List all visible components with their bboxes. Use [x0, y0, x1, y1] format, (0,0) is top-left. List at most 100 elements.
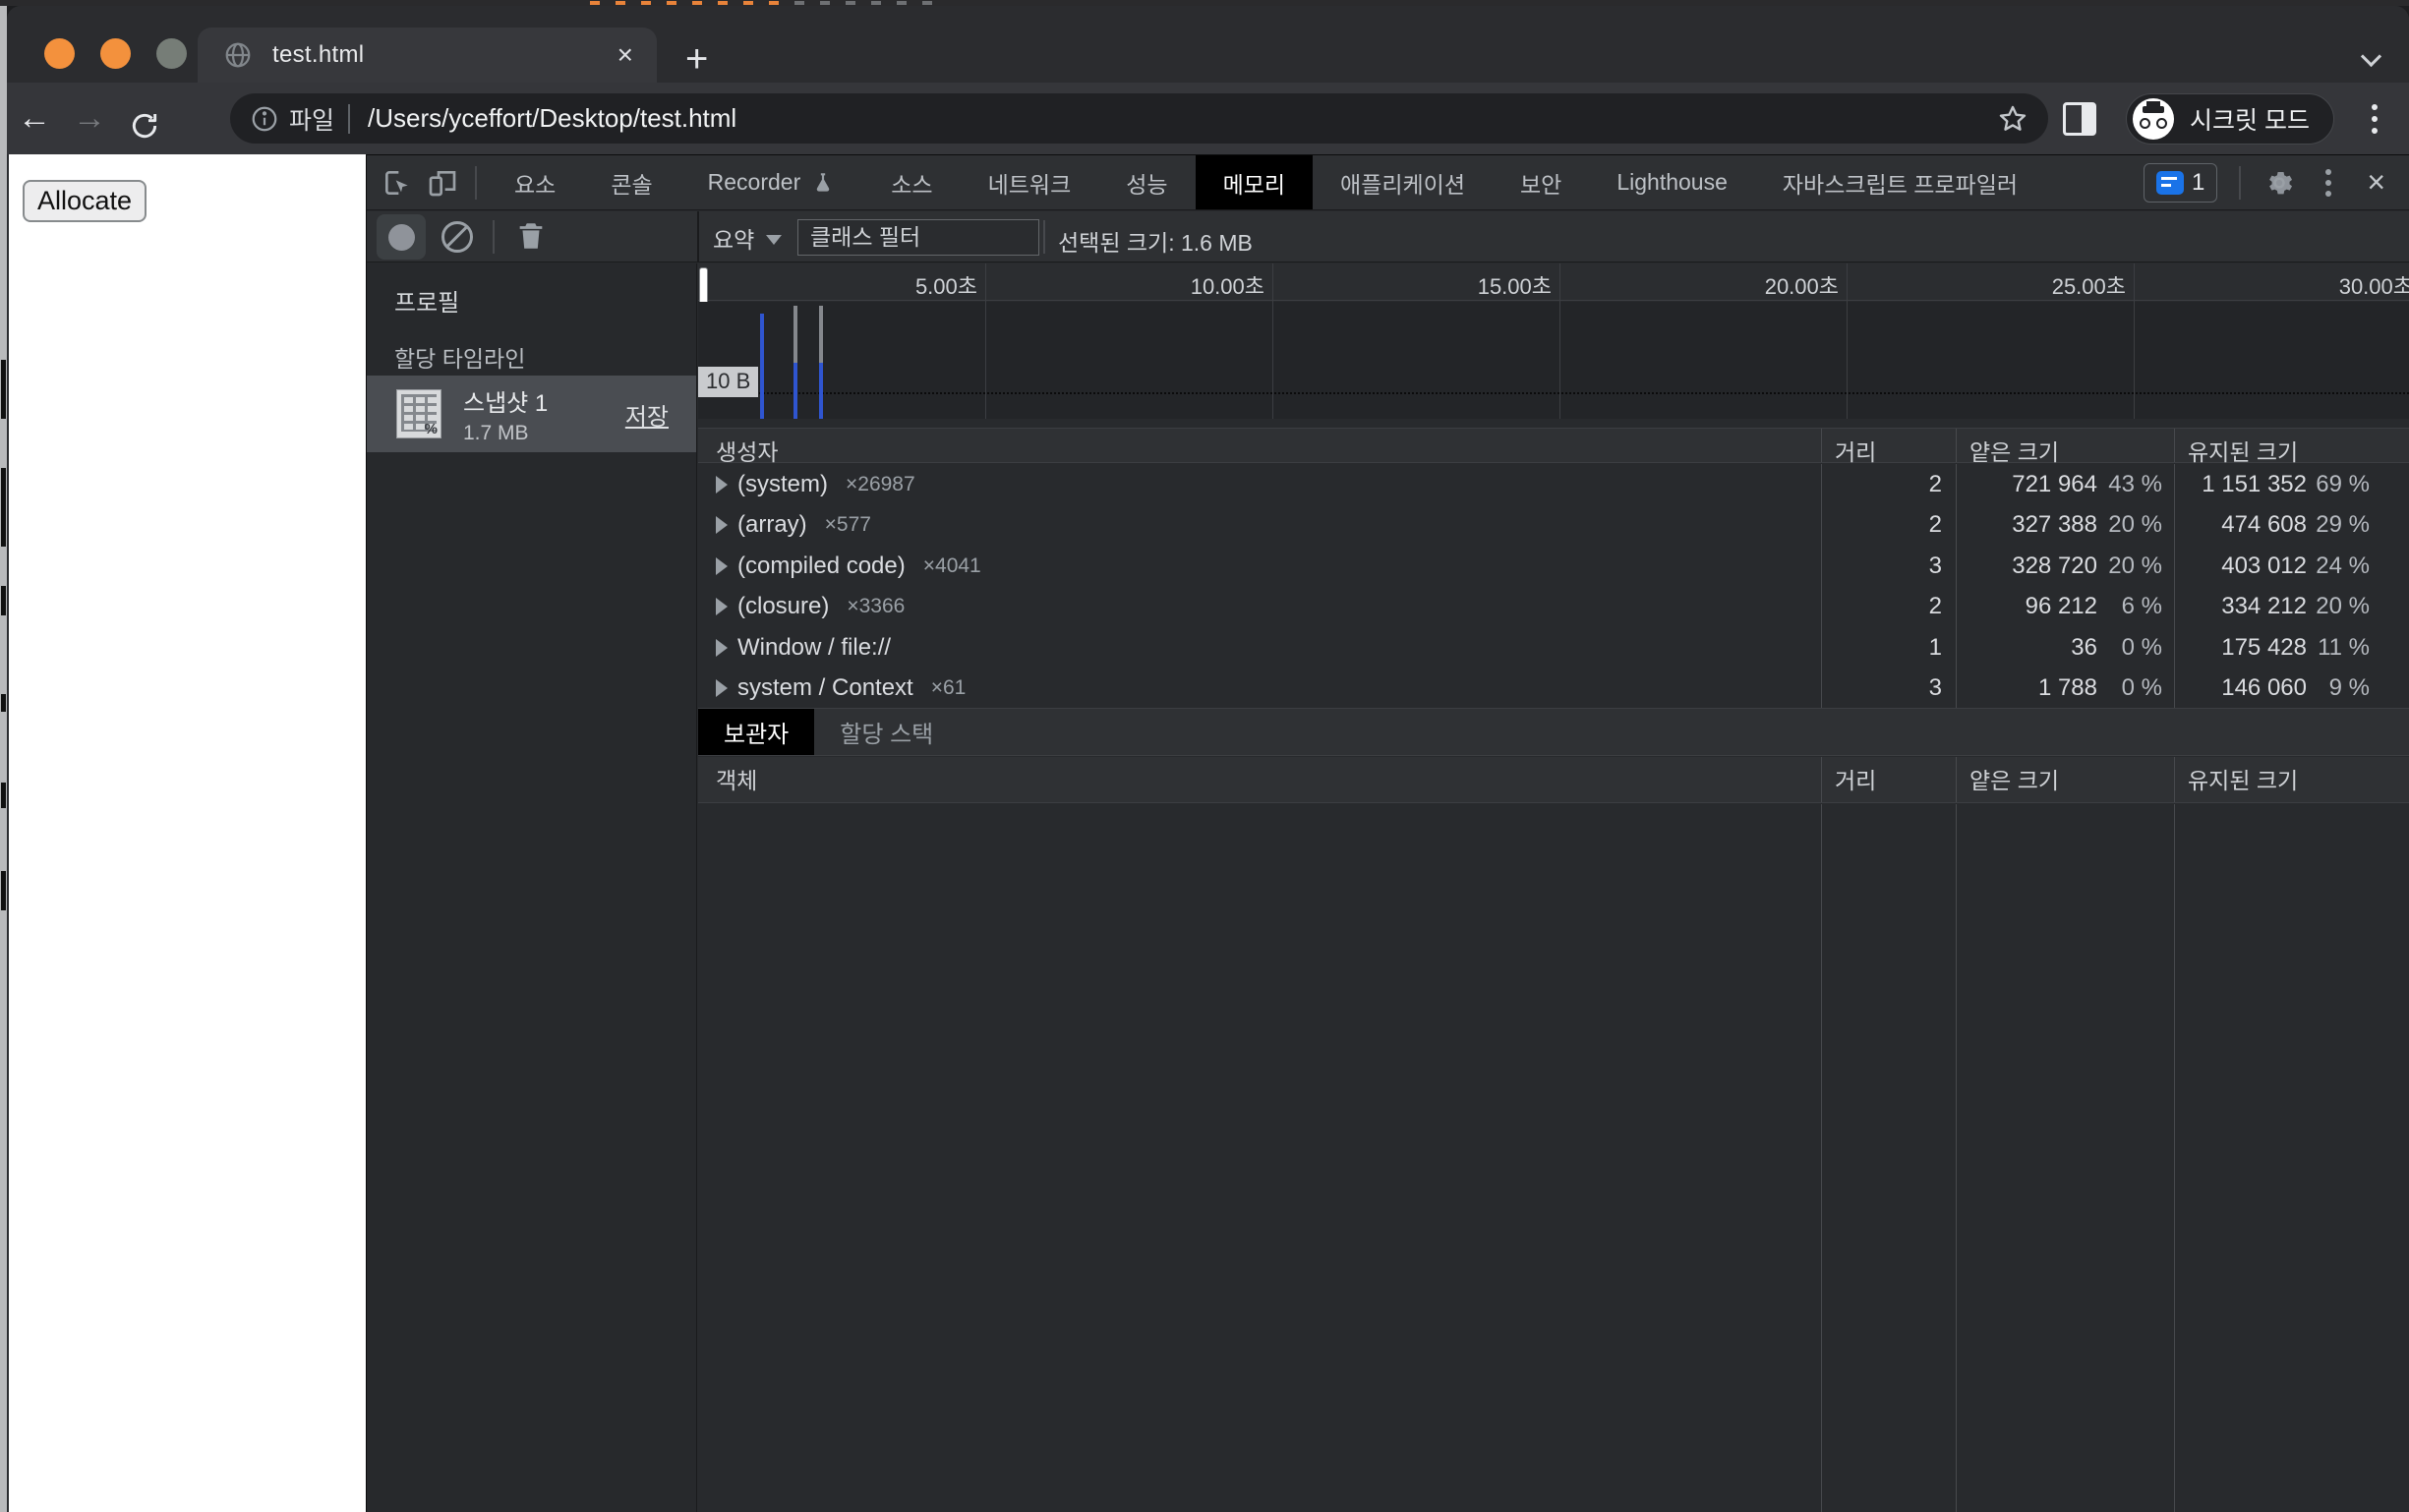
tab-label: 소스 — [891, 166, 932, 200]
expand-triangle-icon[interactable] — [716, 476, 728, 494]
allocate-button[interactable]: Allocate — [23, 180, 147, 222]
constructor-name: system / Context — [737, 674, 913, 702]
tab-메모리[interactable]: 메모리 — [1196, 155, 1313, 209]
back-button[interactable]: ← — [7, 99, 62, 138]
shallow-size-cell: 721 96443 % — [1956, 471, 2174, 498]
expand-triangle-icon[interactable] — [716, 557, 728, 575]
column-header-distance[interactable]: 거리 — [1835, 434, 1876, 467]
reload-button[interactable] — [117, 96, 172, 142]
expand-triangle-icon[interactable] — [716, 516, 728, 534]
table-row[interactable]: (array)×5772327 38820 %474 60829 % — [698, 505, 2409, 546]
tab-보안[interactable]: 보안 — [1493, 155, 1589, 209]
tab-label: Recorder — [708, 169, 801, 196]
tab-Lighthouse[interactable]: Lighthouse — [1589, 155, 1755, 209]
tab-close-icon[interactable]: × — [617, 39, 633, 71]
column-header-retained-size[interactable]: 유지된 크기 — [2188, 434, 2298, 467]
bookmark-star-icon[interactable] — [1997, 103, 2028, 135]
tab-요소[interactable]: 요소 — [487, 155, 583, 209]
tab-보관자[interactable]: 보관자 — [698, 709, 814, 755]
retained-size-value: 1 151 352 — [2174, 471, 2307, 498]
chevron-down-icon[interactable] — [2364, 49, 2381, 67]
window-zoom-button[interactable] — [156, 38, 187, 69]
collect-garbage-icon[interactable] — [514, 219, 548, 253]
table-row[interactable]: (compiled code)×40413328 72020 %403 0122… — [698, 546, 2409, 586]
perspective-select[interactable]: 요약 — [713, 221, 782, 255]
timeline-gridline — [2134, 263, 2135, 419]
toolbar-divider — [493, 220, 495, 254]
record-toggle[interactable] — [377, 214, 426, 260]
expand-triangle-icon[interactable] — [716, 598, 728, 615]
timeline-tick-label: 15.00초 — [1478, 269, 1559, 301]
bleed-dash — [769, 1, 779, 5]
window-close-button[interactable] — [44, 38, 75, 69]
timeline-tick-label: 20.00초 — [1765, 269, 1847, 301]
window-minimize-button[interactable] — [100, 38, 131, 69]
background-bleed-left — [0, 6, 7, 1512]
shallow-size-value: 327 388 — [1956, 511, 2097, 539]
column-divider — [1821, 429, 1822, 462]
retained-size-cell: 474 60829 % — [2174, 511, 2409, 539]
column-header-constructor[interactable]: 객체 — [716, 762, 757, 795]
bleed-dash — [667, 1, 676, 5]
devtools-tabs: 요소콘솔 Recorder 소스 네트워크성능메모리애플리케이션보안Lighthous… — [487, 155, 2045, 209]
browser-tab[interactable]: test.html × — [198, 28, 657, 83]
allocation-timeline-chart[interactable]: 10 B — [698, 302, 2409, 419]
column-divider — [1956, 804, 1957, 1512]
retainers-table-header[interactable]: 객체 거리 얕은 크기 유지된 크기 — [698, 757, 2409, 803]
toolbar-divider — [475, 166, 477, 200]
timeline-header[interactable]: 5.00초10.00초15.00초20.00초25.00초30.00초 — [698, 263, 2409, 301]
new-tab-button[interactable]: + — [685, 37, 708, 82]
column-header-distance[interactable]: 거리 — [1835, 762, 1876, 795]
side-panel-icon[interactable] — [2063, 102, 2096, 136]
clear-icon[interactable] — [441, 221, 473, 253]
shallow-size-value: 1 788 — [1956, 674, 2097, 702]
class-filter-input[interactable] — [797, 219, 1039, 256]
expand-triangle-icon[interactable] — [716, 679, 728, 697]
shallow-size-cell: 327 38820 % — [1956, 511, 2174, 539]
settings-gear-icon[interactable] — [2262, 166, 2296, 200]
devtools-menu-icon[interactable] — [2318, 169, 2339, 197]
snapshot-item[interactable]: % 스냅샷 1 1.7 MB 저장 — [367, 376, 696, 452]
column-header-shallow-size[interactable]: 얕은 크기 — [1969, 434, 2059, 467]
devtools-close-icon[interactable]: × — [2361, 164, 2391, 201]
column-header-constructor[interactable]: 생성자 — [716, 434, 778, 467]
info-icon[interactable] — [250, 104, 279, 134]
tab-소스[interactable]: 소스 — [863, 155, 960, 209]
table-row[interactable]: (system)×269872721 96443 %1 151 35269 % — [698, 464, 2409, 504]
expand-triangle-icon[interactable] — [716, 639, 728, 657]
shallow-size-cell: 328 72020 % — [1956, 552, 2174, 580]
bleed-dash — [871, 1, 881, 5]
url-separator — [348, 104, 350, 134]
inspect-element-icon[interactable] — [375, 163, 420, 203]
shallow-size-cell: 360 % — [1956, 634, 2174, 662]
tab-콘솔[interactable]: 콘솔 — [583, 155, 679, 209]
constructor-table-header[interactable]: 생성자거리얕은 크기유지된 크기 — [698, 428, 2409, 463]
allocation-timeline-section[interactable]: 할당 타임라인 — [394, 340, 525, 374]
forward-button[interactable]: → — [62, 99, 117, 138]
table-row[interactable]: system / Context×6131 7880 %146 0609 % — [698, 669, 2409, 709]
tab-자바스크립트 프로파일러[interactable]: 자바스크립트 프로파일러 — [1755, 155, 2045, 209]
table-row[interactable]: (closure)×3366296 2126 %334 21220 % — [698, 587, 2409, 627]
retained-size-value: 175 428 — [2174, 634, 2307, 662]
tab-title: test.html — [272, 41, 364, 69]
tab-애플리케이션[interactable]: 애플리케이션 — [1313, 155, 1493, 209]
tab-성능[interactable]: 성능 — [1098, 155, 1195, 209]
shallow-size-percent: 43 % — [2097, 471, 2174, 498]
browser-menu-icon[interactable] — [2364, 104, 2385, 134]
device-toolbar-icon[interactable] — [420, 163, 465, 203]
address-bar[interactable]: 파일 /Users/yceffort/Desktop/test.html — [230, 93, 2048, 144]
snapshot-save-link[interactable]: 저장 — [625, 397, 669, 432]
column-divider — [2174, 757, 2175, 802]
instance-count: ×4041 — [923, 554, 981, 578]
url-scheme-label[interactable]: 파일 — [289, 101, 334, 137]
url-text[interactable]: /Users/yceffort/Desktop/test.html — [368, 103, 736, 134]
tab-Recorder[interactable]: Recorder — [680, 155, 864, 209]
column-header-shallow-size[interactable]: 얕은 크기 — [1969, 762, 2059, 795]
tab-네트워크[interactable]: 네트워크 — [961, 155, 1099, 209]
shallow-size-value: 328 720 — [1956, 552, 2097, 580]
table-row[interactable]: Window / file://1360 %175 42811 % — [698, 627, 2409, 668]
column-header-retained-size[interactable]: 유지된 크기 — [2188, 762, 2298, 795]
issues-counter[interactable]: 1 — [2144, 163, 2217, 203]
incognito-badge[interactable]: 시크릿 모드 — [2126, 93, 2334, 145]
tab-할당 스택[interactable]: 할당 스택 — [814, 709, 959, 755]
